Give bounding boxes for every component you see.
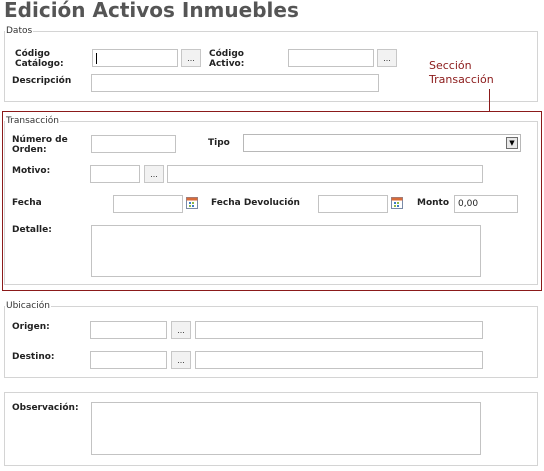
ubicacion-legend: Ubicación xyxy=(5,301,51,311)
origen-code-input[interactable] xyxy=(90,321,167,339)
transaccion-legend: Transacción xyxy=(5,116,60,126)
annotation-connector xyxy=(489,89,490,112)
destino-lookup-button[interactable]: ... xyxy=(171,351,191,369)
chevron-down-icon[interactable]: ▼ xyxy=(506,137,518,149)
calendar-icon[interactable] xyxy=(186,197,198,209)
codigo-activo-lookup-button[interactable]: ... xyxy=(377,49,397,67)
detalle-label: Detalle: xyxy=(12,225,52,235)
descripcion-label: Descripción xyxy=(12,76,72,86)
annotation-label: Sección Transacción xyxy=(429,59,494,87)
codigo-catalogo-label: Código Catálogo: xyxy=(15,49,64,69)
descripcion-input[interactable] xyxy=(91,74,379,92)
numero-orden-label: Número de Orden: xyxy=(12,135,68,155)
numero-orden-label-text: Número de Orden: xyxy=(12,135,68,155)
observacion-textarea[interactable] xyxy=(91,402,481,455)
codigo-activo-label: Código Activo: xyxy=(209,49,244,69)
monto-label: Monto xyxy=(417,198,450,208)
detalle-textarea[interactable] xyxy=(91,225,481,277)
destino-code-input[interactable] xyxy=(90,351,167,369)
codigo-catalogo-label-text: Código Catálogo: xyxy=(15,49,64,69)
text-cursor xyxy=(96,53,97,64)
numero-orden-input[interactable] xyxy=(91,135,176,153)
codigo-catalogo-input[interactable] xyxy=(92,49,178,67)
fecha-label: Fecha xyxy=(12,198,42,208)
destino-label: Destino: xyxy=(12,352,55,362)
annotation-line1: Sección xyxy=(429,59,472,72)
fecha-devolucion-input[interactable] xyxy=(318,195,388,213)
codigo-activo-input[interactable] xyxy=(288,49,374,67)
codigo-activo-label-text: Código Activo: xyxy=(209,49,245,69)
destino-description-input[interactable] xyxy=(195,351,483,369)
codigo-catalogo-lookup-button[interactable]: ... xyxy=(181,49,201,67)
fecha-devolucion-label: Fecha Devolución xyxy=(211,198,300,208)
calendar-icon[interactable] xyxy=(391,197,403,209)
annotation-line2: Transacción xyxy=(429,73,494,86)
observacion-label: Observación: xyxy=(12,403,79,413)
origen-description-input[interactable] xyxy=(195,321,483,339)
monto-input[interactable] xyxy=(454,195,518,213)
motivo-lookup-button[interactable]: ... xyxy=(144,165,164,183)
motivo-label: Motivo: xyxy=(12,166,51,176)
motivo-description-input[interactable] xyxy=(167,165,483,183)
fecha-input[interactable] xyxy=(113,195,183,213)
motivo-code-input[interactable] xyxy=(90,165,140,183)
origen-label: Origen: xyxy=(12,322,50,332)
page-title: Edición Activos Inmuebles xyxy=(4,0,299,22)
tipo-select[interactable]: ▼ xyxy=(243,134,521,152)
tipo-label: Tipo xyxy=(208,138,230,148)
origen-lookup-button[interactable]: ... xyxy=(171,321,191,339)
datos-legend: Datos xyxy=(5,26,34,36)
